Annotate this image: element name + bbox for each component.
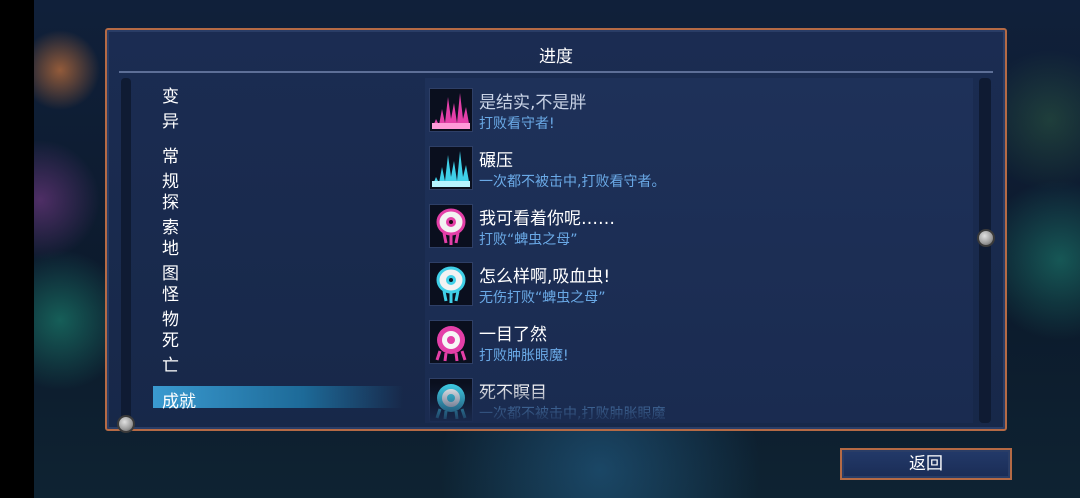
achievement-desc: 一次都不被击中,打败看守者。 xyxy=(479,174,666,190)
achievement-desc: 一次都不被击中,打败肿胀眼魔 xyxy=(479,406,666,422)
category-exploration[interactable]: 探索 xyxy=(162,188,179,238)
category-mutations[interactable]: 变异 xyxy=(162,82,179,132)
category-achievements: 成就 xyxy=(162,392,196,412)
progress-panel: 进度 变异 常规 探索 地图 怪物 死亡 成就 是结实,不是胖 打败看守者! 碾… xyxy=(105,28,1007,433)
achievement-list[interactable]: 是结实,不是胖 打败看守者! 碾压 一次都不被击中,打败看守者。 我可看着你呢…… xyxy=(425,78,973,423)
list-item[interactable]: 碾压 一次都不被击中,打败看守者。 xyxy=(429,146,969,198)
cyan-spikes-icon xyxy=(429,146,473,190)
cyan-eyeball-icon xyxy=(429,378,473,422)
title-divider xyxy=(119,71,993,73)
achievement-scrollbar[interactable] xyxy=(979,78,991,423)
achievement-name: 我可看着你呢…… xyxy=(479,209,615,229)
back-button[interactable]: 返回 xyxy=(840,448,1012,480)
achievement-name: 是结实,不是胖 xyxy=(479,93,587,113)
list-item[interactable]: 我可看着你呢…… 打败“蜱虫之母” xyxy=(429,204,969,256)
category-scrollbar[interactable] xyxy=(121,78,131,423)
list-item[interactable]: 一目了然 打败肿胀眼魔! xyxy=(429,320,969,372)
screen-edge xyxy=(0,0,34,498)
achievement-scroll-knob[interactable] xyxy=(977,229,995,247)
pink-eye-icon xyxy=(429,204,473,248)
category-general[interactable]: 常规 xyxy=(162,142,179,192)
achievement-desc: 打败肿胀眼魔! xyxy=(479,348,569,364)
panel-title: 进度 xyxy=(539,47,573,67)
category-deaths[interactable]: 死亡 xyxy=(162,326,179,376)
pink-eyeball-icon xyxy=(429,320,473,364)
achievement-name: 一目了然 xyxy=(479,325,547,345)
achievement-desc: 打败看守者! xyxy=(479,116,555,132)
list-item[interactable]: 怎么样啊,吸血虫! 无伤打败“蜱虫之母” xyxy=(429,262,969,314)
achievement-name: 死不瞑目 xyxy=(479,383,547,403)
achievement-desc: 打败“蜱虫之母” xyxy=(479,232,578,248)
achievement-desc: 无伤打败“蜱虫之母” xyxy=(479,290,606,306)
cyan-eye-icon xyxy=(429,262,473,306)
category-achievements-selected[interactable]: 成就 xyxy=(153,386,403,412)
list-item[interactable]: 是结实,不是胖 打败看守者! xyxy=(429,88,969,140)
achievement-name: 怎么样啊,吸血虫! xyxy=(479,267,611,287)
list-item[interactable]: 死不瞑目 一次都不被击中,打败肿胀眼魔 xyxy=(429,378,969,423)
category-scroll-knob[interactable] xyxy=(117,415,135,433)
category-map[interactable]: 地图 xyxy=(162,234,179,284)
pink-spikes-icon xyxy=(429,88,473,132)
category-monsters[interactable]: 怪物 xyxy=(162,280,179,330)
achievement-name: 碾压 xyxy=(479,151,513,171)
